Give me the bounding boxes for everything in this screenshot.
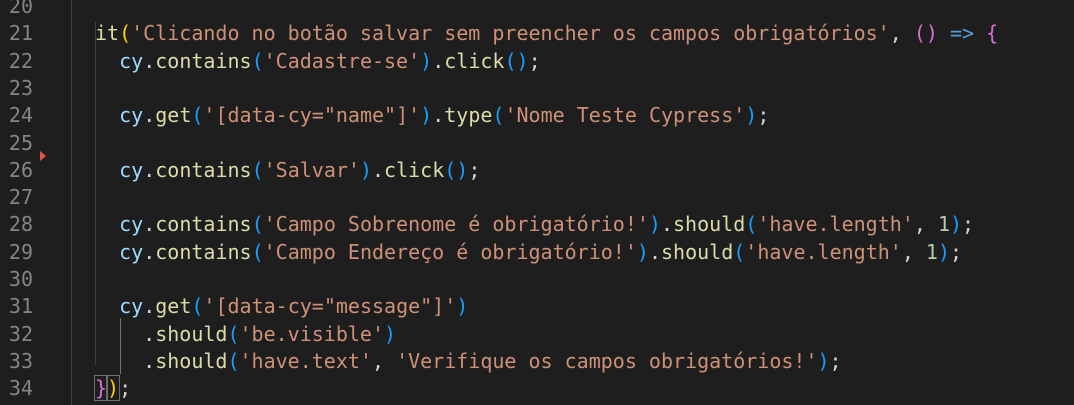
token-string: 'Verifique os campos obrigatórios!': [396, 348, 818, 373]
token-function: should: [155, 348, 228, 373]
code-editor[interactable]: 20 21 it('Clicando no botão salvar sem p…: [0, 0, 1074, 405]
token-string: '[data-cy="name"]': [203, 103, 421, 128]
code-line: 23: [0, 75, 1074, 102]
token-variable: cy: [119, 212, 144, 237]
code-line: 21 it('Clicando no botão salvar sem pree…: [0, 20, 1074, 47]
line-number: 33: [8, 348, 33, 373]
line-number: 22: [8, 48, 33, 73]
token-keyword: =>: [949, 21, 975, 46]
line-number: 30: [8, 267, 33, 291]
token-function: should: [673, 212, 746, 237]
token-variable: cy: [119, 48, 144, 73]
token-string: 'Campo Endereço é obrigatório!': [263, 239, 637, 264]
token-function: should: [155, 321, 228, 346]
token-string: 'Salvar': [263, 157, 360, 182]
code-text[interactable]: cy.contains('Campo Endereço é obrigatóri…: [95, 239, 962, 266]
code-text[interactable]: cy.contains('Cadastre-se').click();: [95, 48, 541, 75]
code-line: 27: [0, 184, 1074, 211]
code-line: 22 cy.contains('Cadastre-se').click();: [0, 48, 1074, 75]
line-number: 20: [8, 0, 33, 18]
code-text[interactable]: cy.contains('Campo Sobrenome é obrigatór…: [95, 211, 974, 238]
token-variable: cy: [119, 103, 144, 128]
token-function: get: [155, 103, 192, 128]
code-line: 29 cy.contains('Campo Endereço é obrigat…: [0, 239, 1074, 266]
code-line: 34 });: [0, 375, 1074, 402]
line-number: 23: [8, 75, 33, 100]
code-line: 25: [0, 130, 1074, 157]
code-line: 28 cy.contains('Campo Sobrenome é obriga…: [0, 211, 1074, 238]
code-line: 30: [0, 266, 1074, 293]
token-function: contains: [155, 48, 252, 73]
code-text[interactable]: cy.get('[data-cy="message"]'): [95, 293, 468, 320]
line-number: 25: [8, 130, 33, 155]
token-string: 'have.length': [745, 239, 902, 264]
code-text[interactable]: it('Clicando no botão salvar sem preench…: [95, 20, 998, 47]
code-line: 26 cy.contains('Salvar').click();: [0, 157, 1074, 184]
code-line: 33 .should('have.text', 'Verifique os ca…: [0, 348, 1074, 375]
line-number: 24: [8, 103, 33, 128]
token-function: should: [660, 239, 734, 264]
code-line: 32 .should('be.visible'): [0, 321, 1074, 348]
line-number: 21: [8, 21, 33, 46]
code-text[interactable]: cy.contains('Salvar').click();: [95, 157, 480, 184]
token-function: type: [444, 103, 493, 128]
token-function: get: [155, 294, 192, 319]
token-string: 'Cadastre-se': [263, 48, 421, 73]
token-variable: cy: [119, 157, 144, 182]
token-function: contains: [155, 157, 252, 182]
token-string: '[data-cy="message"]': [203, 294, 457, 319]
token-number: 1: [937, 212, 950, 237]
token-number: 1: [925, 239, 938, 264]
token-string: 'have.length': [757, 212, 914, 237]
line-number: 32: [8, 321, 33, 346]
line-number: 27: [8, 185, 33, 210]
line-number: 26: [8, 157, 33, 182]
token-string: 'Clicando no botão salvar sem preencher …: [131, 21, 890, 46]
token-string: 'be.visible': [239, 321, 385, 346]
code-text[interactable]: });: [93, 375, 131, 402]
token-function: click: [444, 48, 505, 73]
token-function: it: [95, 21, 120, 46]
token-variable: cy: [119, 294, 144, 319]
line-number: 28: [8, 212, 33, 237]
line-number: 29: [8, 239, 33, 264]
code-line: 24 cy.get('[data-cy="name"]').type('Nome…: [0, 102, 1074, 129]
token-function: click: [384, 157, 445, 182]
code-text[interactable]: .should('be.visible'): [95, 321, 396, 348]
code-line: 31 cy.get('[data-cy="message"]'): [0, 293, 1074, 320]
token-variable: cy: [119, 239, 144, 264]
line-number: 34: [8, 376, 33, 401]
token-string: 'Campo Sobrenome é obrigatório!': [263, 212, 649, 237]
code-text[interactable]: cy.get('[data-cy="name"]').type('Nome Te…: [95, 102, 769, 129]
line-number: 31: [8, 294, 33, 319]
token-function: contains: [155, 212, 252, 237]
code-line: 20: [0, 0, 1074, 20]
token-string: 'have.text': [239, 348, 372, 373]
token-string: 'Nome Teste Cypress': [504, 103, 746, 128]
code-text[interactable]: .should('have.text', 'Verifique os campo…: [95, 348, 841, 375]
token-function: contains: [155, 239, 252, 264]
